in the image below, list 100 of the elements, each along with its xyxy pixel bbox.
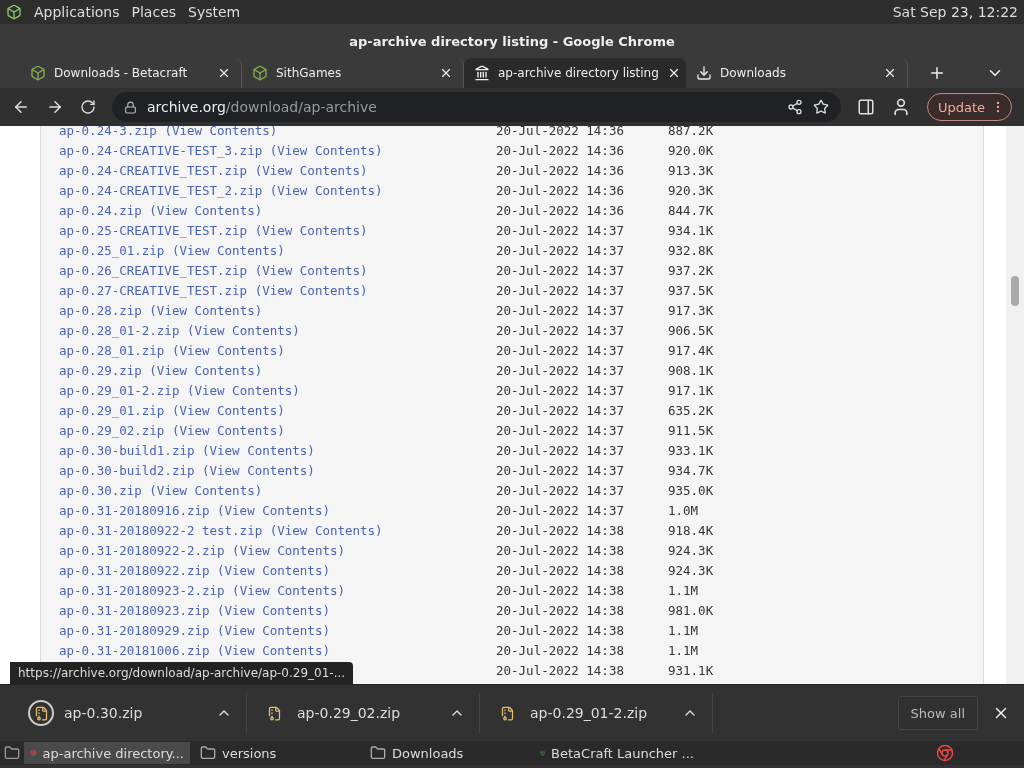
address-bar[interactable]: archive.org/download/ap-archive bbox=[112, 92, 841, 122]
file-link[interactable]: ap-0.26_CREATIVE_TEST.zip bbox=[59, 262, 248, 278]
size-text: 1.1M bbox=[668, 642, 700, 658]
file-link[interactable]: ap-0.29_02.zip bbox=[59, 422, 165, 438]
size-text: 635.2K bbox=[668, 402, 715, 418]
view-contents-link[interactable]: (View Contents) bbox=[217, 622, 330, 638]
view-contents-link[interactable]: (View Contents) bbox=[254, 222, 368, 238]
browser-tab[interactable]: ap-archive directory listing bbox=[464, 58, 686, 88]
date-text: 20-Jul-2022 14:37 bbox=[496, 442, 625, 458]
size-text: 908.1K bbox=[668, 362, 715, 378]
date-text: 20-Jul-2022 14:37 bbox=[496, 242, 625, 258]
panel-menu[interactable]: Applications bbox=[34, 4, 120, 20]
taskbar-item[interactable]: Downloads bbox=[364, 742, 530, 764]
date-text: 20-Jul-2022 14:37 bbox=[496, 282, 625, 298]
panel-menu[interactable]: System bbox=[188, 4, 241, 20]
size-text: 1.0M bbox=[668, 502, 700, 518]
file-link[interactable]: ap-0.28.zip bbox=[59, 302, 142, 318]
view-contents-link[interactable]: (View Contents) bbox=[171, 342, 285, 358]
size-text: 917.4K bbox=[668, 342, 715, 358]
status-url: https://archive.org/download/ap-archive/ap-0.29_01-... bbox=[10, 662, 354, 684]
size-text: 937.2K bbox=[668, 262, 715, 278]
date-text: 20-Jul-2022 14:36 bbox=[496, 182, 625, 198]
size-text: 934.1K bbox=[668, 222, 715, 238]
view-contents-link[interactable]: (View Contents) bbox=[254, 262, 368, 278]
view-contents-link[interactable]: (View Contents) bbox=[269, 522, 383, 538]
view-contents-link[interactable]: (View Contents) bbox=[254, 162, 368, 178]
download-item[interactable]: ap-0.30.zip bbox=[14, 693, 247, 733]
view-contents-link[interactable]: (View Contents) bbox=[217, 602, 330, 618]
file-link[interactable]: ap-0.30.zip bbox=[59, 482, 142, 498]
file-link[interactable]: ap-0.28_01-2.zip bbox=[59, 322, 180, 338]
view-contents-link[interactable]: (View Contents) bbox=[217, 562, 330, 578]
file-link[interactable]: ap-0.27-CREATIVE_TEST.zip bbox=[59, 282, 248, 298]
file-link[interactable]: ap-0.24-CREATIVE_TEST.zip bbox=[59, 162, 248, 178]
view-contents-link[interactable]: (View Contents) bbox=[202, 442, 315, 458]
file-link[interactable]: ap-0.24-CREATIVE-TEST_3.zip bbox=[59, 142, 263, 158]
panel-menu[interactable]: Places bbox=[131, 4, 177, 20]
view-contents-link[interactable]: (View Contents) bbox=[149, 482, 263, 498]
date-text: 20-Jul-2022 14:37 bbox=[496, 462, 625, 478]
view-contents-link[interactable]: (View Contents) bbox=[217, 642, 330, 658]
file-link[interactable]: ap-0.29.zip bbox=[59, 362, 142, 378]
view-contents-link[interactable]: (View Contents) bbox=[171, 242, 285, 258]
show-all-button[interactable]: Show all bbox=[897, 696, 978, 730]
date-text: 20-Jul-2022 14:38 bbox=[496, 602, 625, 618]
size-text: 913.3K bbox=[668, 162, 715, 178]
date-text: 20-Jul-2022 14:37 bbox=[496, 422, 625, 438]
view-contents-link[interactable]: (View Contents) bbox=[202, 462, 315, 478]
file-link[interactable]: ap-0.30-build2.zip bbox=[59, 462, 195, 478]
update-button[interactable]: Update bbox=[926, 93, 1012, 121]
size-text: 918.4K bbox=[668, 522, 715, 538]
view-contents-link[interactable]: (View Contents) bbox=[149, 302, 263, 318]
date-text: 20-Jul-2022 14:37 bbox=[496, 302, 625, 318]
view-contents-link[interactable]: (View Contents) bbox=[232, 582, 345, 598]
view-contents-link[interactable]: (View Contents) bbox=[149, 202, 263, 218]
file-link[interactable]: ap-0.25_01.zip bbox=[59, 242, 165, 258]
date-text: 20-Jul-2022 14:37 bbox=[496, 502, 625, 518]
view-contents-link[interactable]: (View Contents) bbox=[217, 502, 330, 518]
view-contents-link[interactable]: (View Contents) bbox=[186, 382, 300, 398]
file-link[interactable]: ap-0.30-build1.zip bbox=[59, 442, 195, 458]
view-contents-link[interactable]: (View Contents) bbox=[269, 142, 383, 158]
view-contents-link[interactable]: (View Contents) bbox=[254, 282, 368, 298]
view-contents-link[interactable]: (View Contents) bbox=[186, 322, 300, 338]
file-link[interactable]: ap-0.31-20180923-2.zip bbox=[59, 582, 225, 598]
date-text: 20-Jul-2022 14:37 bbox=[496, 382, 625, 398]
view-contents-link[interactable]: (View Contents) bbox=[149, 362, 263, 378]
file-link[interactable]: ap-0.29_01.zip bbox=[59, 402, 165, 418]
size-text: 911.5K bbox=[668, 422, 715, 438]
file-link[interactable]: ap-0.24-CREATIVE_TEST_2.zip bbox=[59, 182, 263, 198]
file-link[interactable]: ap-0.25-CREATIVE_TEST.zip bbox=[59, 222, 248, 238]
file-link[interactable]: ap-0.28_01.zip bbox=[59, 342, 165, 358]
file-link[interactable]: ap-0.31-20180922-2 test.zip bbox=[59, 522, 263, 538]
date-text: 20-Jul-2022 14:36 bbox=[496, 142, 625, 158]
taskbar-item[interactable]: versions bbox=[194, 742, 360, 764]
size-text: 935.0K bbox=[668, 482, 715, 498]
file-link[interactable]: ap-0.31-20180922-2.zip bbox=[59, 542, 225, 558]
file-link[interactable]: ap-0.29_01-2.zip bbox=[59, 382, 180, 398]
file-link[interactable]: ap-0.31-20180922.zip bbox=[59, 562, 210, 578]
file-link[interactable]: ap-0.31-20180923.zip bbox=[59, 602, 210, 618]
file-link[interactable]: ap-0.31-20180916.zip bbox=[59, 502, 210, 518]
taskbar-item[interactable]: BetaCraft Launcher ... bbox=[534, 742, 700, 764]
download-item[interactable]: ap-0.29_02.zip bbox=[247, 693, 480, 733]
date-text: 20-Jul-2022 14:38 bbox=[496, 622, 625, 638]
date-text: 20-Jul-2022 14:38 bbox=[496, 662, 625, 678]
date-text: 20-Jul-2022 14:36 bbox=[496, 162, 625, 178]
view-contents-link[interactable]: (View Contents) bbox=[269, 182, 383, 198]
view-contents-link[interactable]: (View Contents) bbox=[171, 422, 285, 438]
size-text: 906.5K bbox=[668, 322, 715, 338]
taskbar-item[interactable]: ap-archive directory... bbox=[24, 742, 190, 764]
download-item[interactable]: ap-0.29_01-2.zip bbox=[480, 693, 713, 733]
date-text: 20-Jul-2022 14:38 bbox=[496, 582, 625, 598]
date-text: 20-Jul-2022 14:37 bbox=[496, 342, 625, 358]
file-link[interactable]: ap-0.24.zip bbox=[59, 202, 142, 218]
file-link[interactable]: ap-0.31-20181006.zip bbox=[59, 642, 210, 658]
view-contents-link[interactable]: (View Contents) bbox=[171, 402, 285, 418]
file-link[interactable]: ap-0.31-20180929.zip bbox=[59, 622, 210, 638]
date-text: 20-Jul-2022 14:37 bbox=[496, 362, 625, 378]
view-contents-link[interactable]: (View Contents) bbox=[232, 542, 345, 558]
date-text: 20-Jul-2022 14:37 bbox=[496, 222, 625, 238]
size-text: 1.1M bbox=[668, 582, 700, 598]
size-text: 931.1K bbox=[668, 662, 715, 678]
date-text: 20-Jul-2022 14:38 bbox=[496, 522, 625, 538]
